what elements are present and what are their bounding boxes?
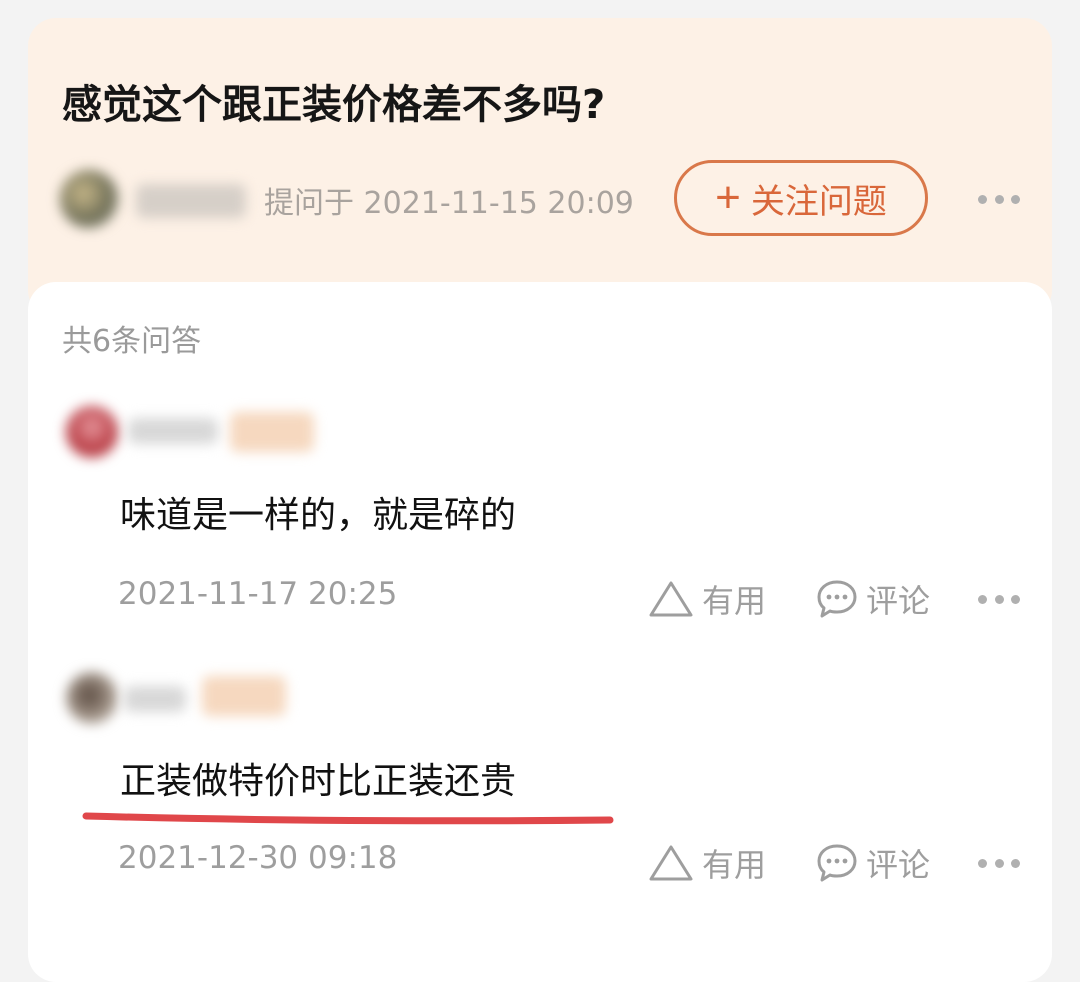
answer-text: 正装做特价时比正装还贵 xyxy=(120,761,517,802)
answer-time: 2021-12-30 09:18 xyxy=(118,840,398,876)
thumb-triangle-icon xyxy=(649,845,693,881)
more-icon[interactable] xyxy=(978,194,1020,204)
answer-time: 2021-11-17 20:25 xyxy=(118,576,398,612)
thumb-triangle-icon xyxy=(649,581,693,617)
asker-name[interactable] xyxy=(136,184,246,218)
useful-button[interactable]: 有用 xyxy=(648,576,766,622)
useful-label: 有用 xyxy=(702,846,767,884)
asker-avatar[interactable] xyxy=(60,170,118,228)
answer-avatar[interactable] xyxy=(66,406,118,458)
comment-icon xyxy=(817,580,857,618)
red-underline-mark xyxy=(82,812,614,825)
answer-badge xyxy=(230,412,314,452)
useful-label: 有用 xyxy=(702,582,767,620)
comment-label: 评论 xyxy=(866,582,931,620)
answer-username[interactable] xyxy=(124,686,186,712)
comment-button[interactable]: 评论 xyxy=(816,840,930,886)
more-icon[interactable] xyxy=(978,594,1020,604)
useful-button[interactable]: 有用 xyxy=(648,840,766,886)
comment-icon xyxy=(817,844,857,882)
answer-count-label: 共6条问答 xyxy=(62,324,202,359)
comment-label: 评论 xyxy=(866,846,931,884)
answer-badge xyxy=(202,676,286,716)
follow-question-button[interactable]: + 关注问题 xyxy=(674,160,928,236)
answer-text: 味道是一样的，就是碎的 xyxy=(120,495,517,536)
answer-avatar[interactable] xyxy=(66,672,118,724)
comment-button[interactable]: 评论 xyxy=(816,576,930,622)
answer-username[interactable] xyxy=(128,418,218,444)
follow-question-label: 关注问题 xyxy=(750,182,887,221)
more-icon[interactable] xyxy=(978,858,1020,868)
question-title: 感觉这个跟正装价格差不多吗? xyxy=(62,82,606,128)
asked-time: 提问于 2021-11-15 20:09 xyxy=(264,186,634,221)
plus-icon: + xyxy=(715,173,741,222)
